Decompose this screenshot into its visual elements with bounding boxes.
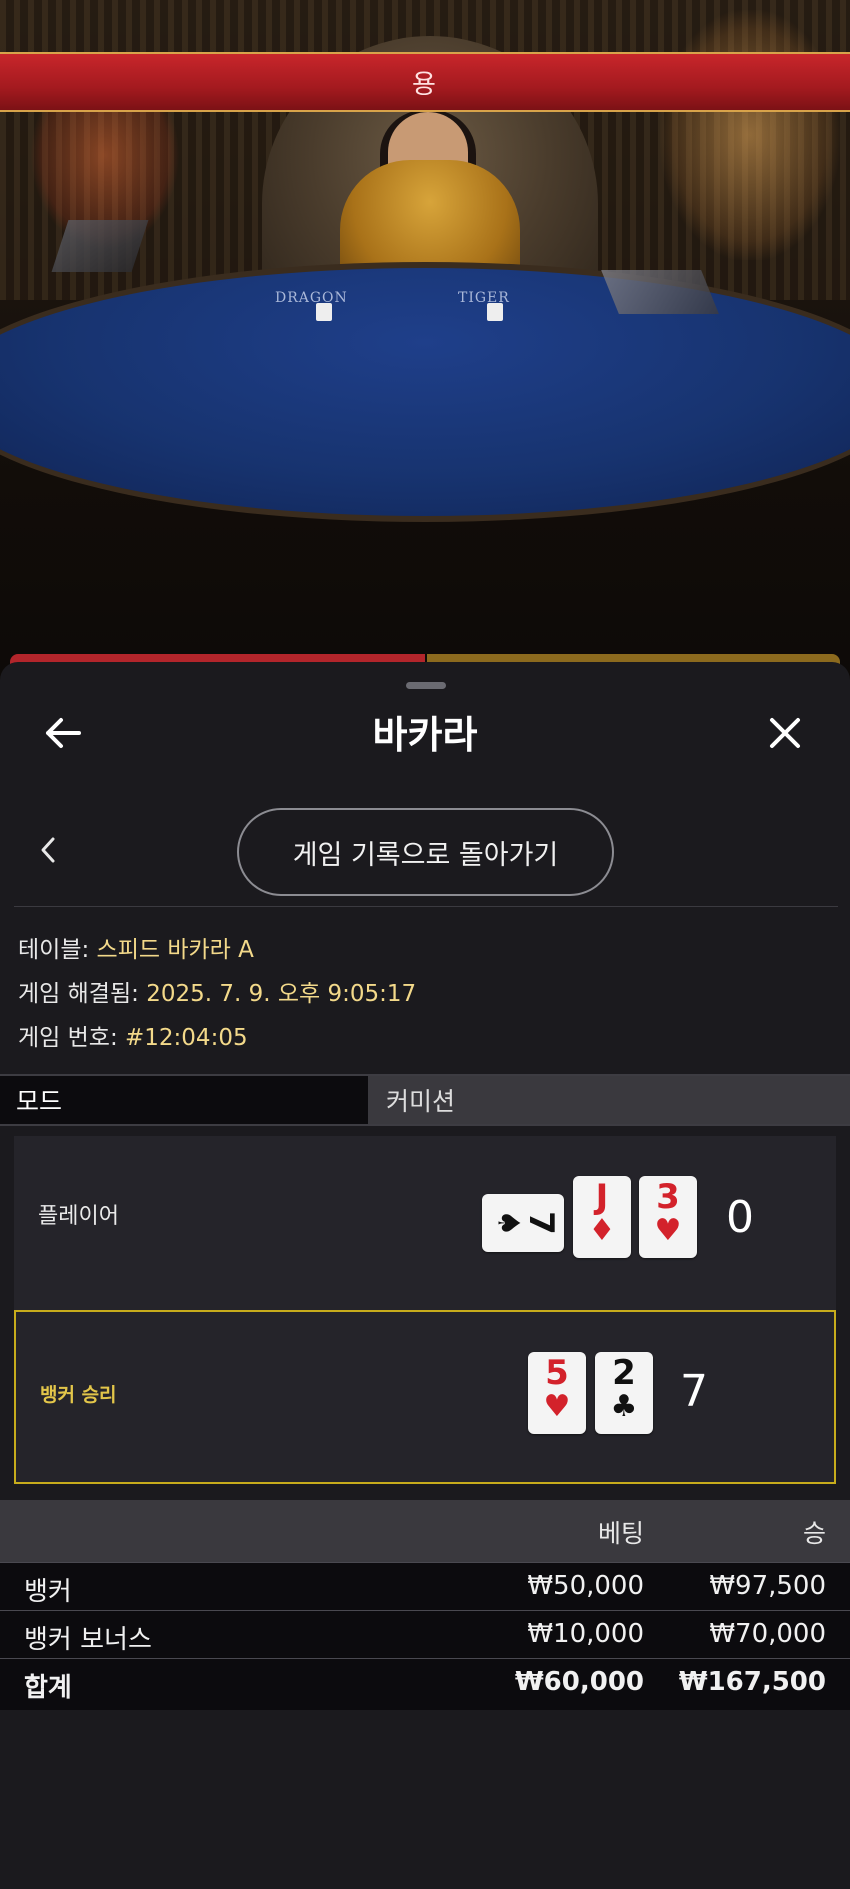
table-row: 뱅커 보너스 ₩10,000 ₩70,000 [0,1610,850,1658]
resolved-info-label: 게임 해결됨: [18,981,139,1007]
card-rank: 3 [656,1177,680,1217]
card-suit: ♣ [610,1389,638,1424]
live-video-stream: DRAGON TIGER 용 [0,0,850,680]
player-card-1: ♠ 7 [482,1194,564,1252]
bet-name: 뱅커 보너스 [24,1625,152,1655]
total-bet-amount: ₩60,000 [514,1667,644,1697]
banker-card-1: 5 ♥ [528,1352,586,1434]
card-suit: ♥ [654,1213,682,1248]
player-hand-row: 플레이어 ♠ 7 J ♦ 3 ♥ 0 [14,1136,836,1310]
card-suit: ♠ [490,1209,526,1237]
player-hand-label: 플레이어 [38,1204,119,1229]
bet-amount: ₩10,000 [527,1619,644,1649]
player-score: 0 [726,1192,754,1243]
tab-commission[interactable]: 커미션 [368,1076,850,1124]
card-suit: ♥ [543,1389,571,1424]
card-suit: ♦ [588,1213,616,1248]
game-number-info: 게임 번호: #12:04:05 [18,1018,248,1052]
resolved-info-value: 2025. 7. 9. 오후 9:05:17 [146,981,417,1007]
sheet-title: 바카라 [372,713,478,757]
result-tabs: 모드 커미션 [0,1074,850,1126]
banker-card-2: 2 ♣ [595,1352,653,1434]
card-rank: 7 [520,1211,561,1235]
bet-name: 뱅커 [24,1577,72,1607]
table-info: 테이블: 스피드 바카라 A [18,930,254,964]
win-amount: ₩70,000 [709,1619,826,1649]
divider [14,906,838,907]
card-rank: 5 [545,1353,569,1393]
player-card-3: 3 ♥ [639,1176,697,1258]
banker-win-label: 뱅커 승리 [40,1384,117,1406]
banker-hand-row: 뱅커 승리 5 ♥ 2 ♣ 7 [14,1310,836,1484]
game-number-label: 게임 번호: [18,1025,118,1051]
game-history-sheet: 바카라 게임 기록으로 돌아가기 테이블: 스피드 바카라 A 게임 해결됨: … [0,662,850,1889]
total-row: 합계 ₩60,000 ₩167,500 [0,1658,850,1710]
player-card-2: J ♦ [573,1176,631,1258]
total-win-amount: ₩167,500 [678,1667,826,1697]
card-shoe-left [51,220,149,272]
table-info-value: 스피드 바카라 A [96,937,254,963]
tab-mode[interactable]: 모드 [0,1076,368,1124]
game-number-value: #12:04:05 [125,1025,248,1051]
chevron-left-icon [41,837,55,863]
card-rank: 2 [612,1353,636,1393]
card-rank: J [595,1177,609,1217]
prev-game-button[interactable] [30,832,66,868]
table-label-dragon: DRAGON [275,290,348,306]
table-row: 뱅커 ₩50,000 ₩97,500 [0,1562,850,1610]
close-icon [770,718,800,748]
bets-table-header: 베팅 승 [0,1500,850,1562]
win-amount: ₩97,500 [709,1571,826,1601]
card-shoe-right [601,270,719,314]
win-column-header: 승 [802,1519,826,1548]
game-table [0,262,850,522]
sheet-empty-area [0,1724,850,1889]
table-card-dragon [316,303,332,321]
tiger-neon-sign [660,10,840,260]
back-to-history-button[interactable]: 게임 기록으로 돌아가기 [237,808,614,896]
sheet-grabber[interactable] [406,682,446,689]
result-banner: 용 [0,52,850,112]
banker-score: 7 [680,1366,708,1417]
total-label: 합계 [24,1673,72,1703]
table-card-tiger [487,303,503,321]
close-button[interactable] [762,710,808,756]
bet-column-header: 베팅 [597,1519,644,1548]
resolved-info: 게임 해결됨: 2025. 7. 9. 오후 9:05:17 [18,974,416,1008]
bet-amount: ₩50,000 [527,1571,644,1601]
table-info-label: 테이블: [18,937,90,963]
